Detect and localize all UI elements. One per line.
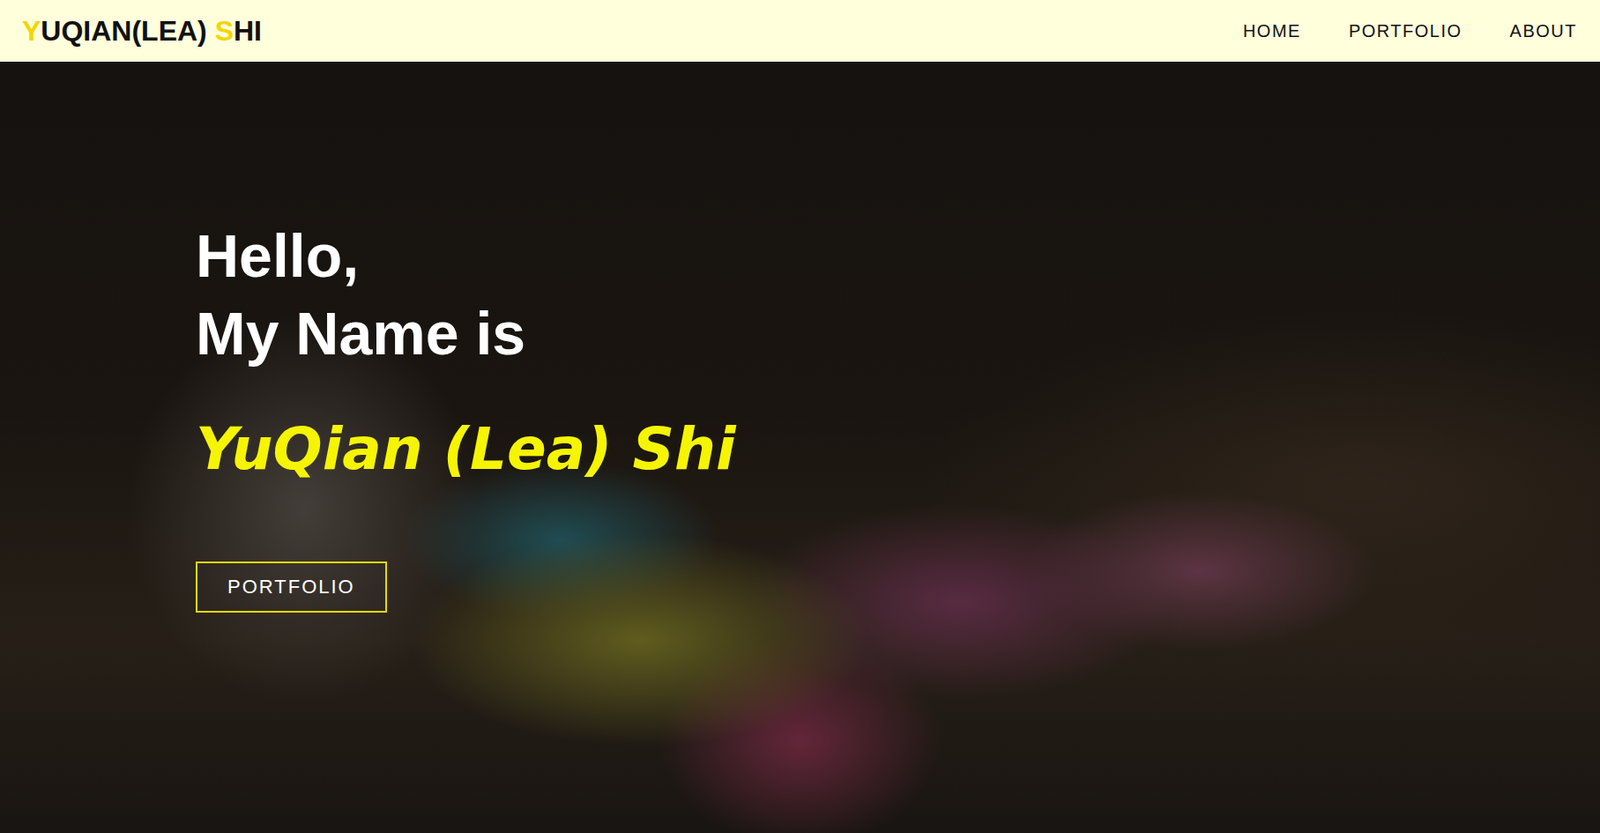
nav-menu: HOME PORTFOLIO ABOUT <box>1242 21 1578 42</box>
logo[interactable]: YUQIAN(LEA) SHI <box>22 14 262 48</box>
hero-name: YuQian (Lea) Shi <box>195 405 737 494</box>
page: YUQIAN(LEA) SHI HOME PORTFOLIO ABOUT Hello… <box>0 0 1600 833</box>
navbar: YUQIAN(LEA) SHI HOME PORTFOLIO ABOUT <box>0 0 1600 62</box>
hero-content: Hello, My Name is YuQian (Lea) Shi PORTF… <box>195 216 1600 613</box>
intro-line: My Name is <box>195 294 526 373</box>
portfolio-button[interactable]: PORTFOLIO <box>195 561 387 613</box>
logo-part: HI <box>233 14 262 47</box>
nav-item[interactable]: HOME <box>1242 21 1302 42</box>
hero-greeting: Hello, My Name is <box>195 216 526 373</box>
logo-part: Y <box>22 14 41 47</box>
logo-part: UQIAN(LEA) <box>40 14 215 47</box>
nav-item[interactable]: PORTFOLIO <box>1348 21 1463 42</box>
hero: Hello, My Name is YuQian (Lea) Shi PORTF… <box>0 61 1600 833</box>
nav-item[interactable]: ABOUT <box>1510 21 1578 42</box>
logo-part: S <box>215 14 234 47</box>
greeting-line: Hello, <box>195 216 526 295</box>
